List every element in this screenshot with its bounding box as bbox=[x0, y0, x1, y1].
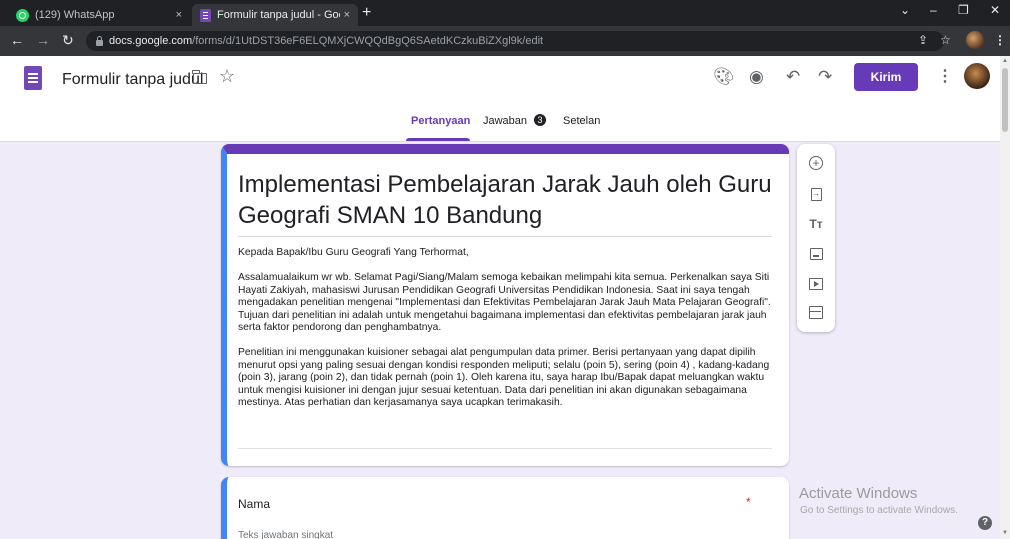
image-icon bbox=[809, 248, 823, 260]
scroll-thumb[interactable] bbox=[1002, 68, 1008, 132]
address-bar: ← → ↻ docs.google.com /forms/d/1UtDST36e… bbox=[0, 26, 1010, 56]
tab-setelan[interactable]: Setelan bbox=[563, 115, 600, 127]
scroll-down-arrow-icon[interactable]: ▼ bbox=[1002, 530, 1008, 536]
tab-search-icon[interactable]: ⌄ bbox=[900, 3, 910, 17]
close-tab-icon[interactable]: × bbox=[176, 9, 182, 21]
share-icon[interactable]: ⇪ bbox=[918, 33, 928, 47]
add-image-button[interactable] bbox=[806, 244, 826, 264]
maximize-button[interactable]: ❐ bbox=[958, 3, 969, 17]
scroll-up-arrow-icon[interactable]: ▲ bbox=[1002, 58, 1008, 64]
forward-arrow-icon[interactable]: → bbox=[36, 32, 50, 48]
activate-windows-subtitle: Go to Settings to activate Windows. bbox=[800, 505, 958, 516]
required-asterisk: * bbox=[746, 495, 751, 509]
text-icon: Tт bbox=[809, 217, 823, 231]
responses-count-badge: 3 bbox=[534, 114, 546, 126]
browser-tab-whatsapp[interactable]: (129) WhatsApp × bbox=[8, 4, 190, 26]
import-icon: → bbox=[810, 187, 822, 201]
folder-icon[interactable] bbox=[192, 70, 207, 84]
more-options-icon[interactable]: ⋮ bbox=[937, 66, 953, 86]
url-input[interactable]: docs.google.com /forms/d/1UtDST36eF6ELQM… bbox=[86, 31, 944, 51]
url-host: docs.google.com bbox=[109, 35, 193, 47]
palette-icon[interactable]: 🎨︎ bbox=[713, 67, 735, 87]
active-tab-indicator bbox=[406, 138, 470, 141]
redo-icon[interactable]: ↷ bbox=[818, 67, 832, 87]
video-icon bbox=[809, 278, 823, 290]
browser-menu-icon[interactable]: ⋮ bbox=[994, 33, 1006, 47]
card-divider bbox=[238, 448, 772, 449]
minimize-button[interactable]: – bbox=[930, 3, 937, 17]
star-icon[interactable]: ☆ bbox=[219, 66, 235, 87]
undo-icon[interactable]: ↶ bbox=[786, 67, 800, 87]
add-video-button[interactable] bbox=[806, 274, 826, 294]
add-section-button[interactable] bbox=[806, 302, 826, 322]
question-label[interactable]: Nama bbox=[238, 497, 270, 511]
title-underline bbox=[238, 236, 772, 237]
form-title-card[interactable]: Implementasi Pembelajaran Jarak Jauh ole… bbox=[221, 144, 789, 466]
form-title[interactable]: Implementasi Pembelajaran Jarak Jauh ole… bbox=[238, 169, 778, 231]
preview-eye-icon[interactable]: ◉ bbox=[749, 67, 764, 87]
browser-profile-avatar[interactable] bbox=[966, 31, 984, 49]
add-title-button[interactable]: Tт bbox=[806, 214, 826, 234]
reload-icon[interactable]: ↻ bbox=[62, 32, 74, 49]
description-paragraph-2: Penelitian ini menggunakan kuisioner seb… bbox=[238, 347, 773, 408]
question-card[interactable]: Nama * Teks jawaban singkat bbox=[221, 477, 789, 539]
browser-tab-forms[interactable]: Formulir tanpa judul - Google Fo × bbox=[192, 4, 358, 26]
back-arrow-icon[interactable]: ← bbox=[10, 32, 24, 48]
tab-jawaban[interactable]: Jawaban bbox=[483, 115, 527, 127]
tab-pertanyaan[interactable]: Pertanyaan bbox=[411, 115, 470, 127]
description-paragraph-1: Assalamualaikum wr wb. Selamat Pagi/Sian… bbox=[238, 272, 774, 333]
url-path: /forms/d/1UtDST36eF6ELQMXjCWQQdBgQ6SAetd… bbox=[192, 35, 544, 47]
import-questions-button[interactable]: → bbox=[806, 184, 826, 204]
description-greeting: Kepada Bapak/Ibu Guru Geografi Yang Terh… bbox=[238, 247, 469, 258]
add-circle-icon: + bbox=[809, 156, 823, 170]
help-icon[interactable]: ? bbox=[978, 516, 992, 530]
close-tab-icon[interactable]: × bbox=[344, 9, 350, 21]
new-tab-button[interactable]: + bbox=[362, 4, 371, 22]
tab-title: Formulir tanpa judul - Google Fo bbox=[217, 9, 340, 21]
close-window-button[interactable]: ✕ bbox=[990, 3, 1000, 17]
tab-title: (129) WhatsApp bbox=[35, 9, 115, 21]
lock-icon[interactable] bbox=[96, 35, 103, 46]
browser-tab-strip: (129) WhatsApp × Formulir tanpa judul - … bbox=[0, 0, 1010, 26]
activate-windows-title: Activate Windows bbox=[799, 485, 918, 502]
floating-toolbar: + → Tт bbox=[797, 144, 835, 332]
section-icon bbox=[809, 305, 823, 319]
form-tabs: Pertanyaan Jawaban 3 Setelan bbox=[0, 108, 1000, 142]
whatsapp-icon bbox=[16, 8, 29, 22]
google-forms-icon bbox=[200, 8, 211, 22]
google-forms-logo-icon[interactable] bbox=[24, 66, 42, 90]
form-description[interactable]: Kepada Bapak/Ibu Guru Geografi Yang Terh… bbox=[238, 247, 778, 410]
send-button[interactable]: Kirim bbox=[854, 63, 918, 91]
forms-header: Formulir tanpa judul ☆ 🎨︎ ◉ ↶ ↷ Kirim ⋮ … bbox=[0, 56, 1000, 142]
add-question-button[interactable]: + bbox=[806, 153, 826, 173]
short-answer-placeholder: Teks jawaban singkat bbox=[238, 530, 334, 539]
page-scrollbar[interactable]: ▲ ▼ bbox=[1000, 56, 1010, 539]
document-title[interactable]: Formulir tanpa judul bbox=[62, 71, 203, 89]
bookmark-star-icon[interactable]: ☆ bbox=[940, 33, 951, 47]
user-avatar[interactable] bbox=[964, 63, 990, 89]
